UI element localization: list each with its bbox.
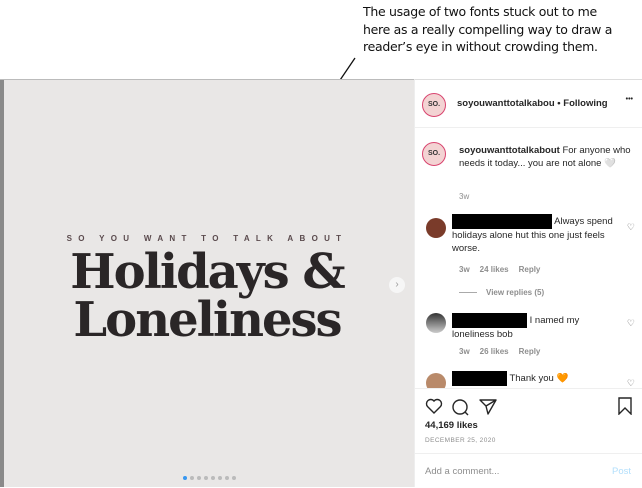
comment-box: Add a comment... Post	[415, 453, 642, 488]
post-comment-button[interactable]: Post	[612, 466, 631, 477]
image-kicker: SO YOU WANT TO TALK ABOUT	[66, 234, 348, 243]
comment-likes[interactable]: 24 likes	[480, 265, 509, 274]
like-comment-icon[interactable]: ♡	[627, 378, 635, 388]
post-date: DECEMBER 25, 2020	[425, 437, 496, 444]
author-username[interactable]: soyouwanttotalkabou	[457, 98, 555, 109]
comment-icon[interactable]	[452, 399, 469, 416]
commenter-avatar[interactable]	[426, 218, 446, 238]
action-bar: 44,169 likes DECEMBER 25, 2020	[415, 388, 642, 453]
reply-button[interactable]: Reply	[519, 347, 541, 356]
title-line-2: Loneliness	[73, 292, 342, 348]
post-sidebar: SO. soyouwanttotalkabou • Following ••• …	[414, 79, 642, 487]
caption-avatar[interactable]: SO.	[422, 142, 446, 166]
caption-username[interactable]: soyouwanttotalkabout	[459, 145, 560, 156]
next-slide-button[interactable]: ›	[389, 277, 405, 293]
image-title: Holidays & Loneliness	[0, 248, 414, 344]
author-avatar[interactable]: SO.	[422, 93, 446, 117]
redacted-username	[452, 371, 507, 386]
like-comment-icon[interactable]: ♡	[627, 222, 635, 233]
like-comment-icon[interactable]: ♡	[627, 318, 635, 329]
slide-indicator	[183, 476, 236, 480]
comment-text: Thank you 🧡	[509, 373, 569, 385]
share-icon[interactable]	[479, 399, 497, 415]
save-icon[interactable]	[618, 397, 632, 415]
more-options-icon[interactable]: •••	[626, 96, 633, 103]
post-image[interactable]: SO YOU WANT TO TALK ABOUT Holidays & Lon…	[0, 79, 414, 487]
like-icon[interactable]	[425, 398, 443, 414]
comment-time: 3w	[459, 347, 470, 356]
redacted-username	[452, 214, 552, 229]
redacted-username	[452, 313, 527, 328]
comment-time: 3w	[459, 265, 470, 274]
caption-time: 3w	[459, 192, 470, 201]
post-header: SO. soyouwanttotalkabou • Following •••	[415, 80, 642, 128]
commenter-avatar[interactable]	[426, 373, 446, 388]
comment: Thank you 🧡 ♡	[415, 370, 642, 388]
comment-likes[interactable]: 26 likes	[480, 347, 509, 356]
likes-count[interactable]: 44,169 likes	[425, 420, 478, 431]
commenter-avatar[interactable]	[426, 313, 446, 333]
add-comment-input[interactable]: Add a comment...	[425, 466, 499, 477]
view-replies-button[interactable]: View replies (5)	[486, 288, 544, 297]
following-button[interactable]: • Following	[557, 98, 607, 109]
reply-button[interactable]: Reply	[519, 265, 541, 274]
title-line-1: Holidays &	[70, 244, 345, 300]
